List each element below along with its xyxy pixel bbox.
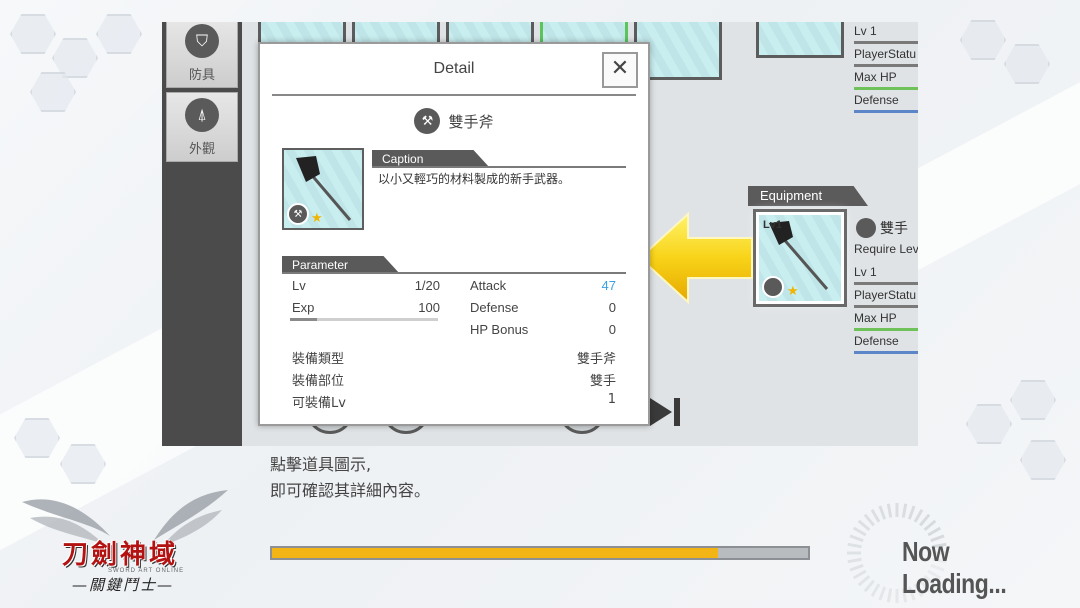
caption-divider bbox=[372, 166, 626, 168]
loading-progress-fill bbox=[272, 548, 719, 558]
tip-line-2: 即可確認其詳細內容。 bbox=[270, 481, 431, 500]
exp-bar bbox=[290, 318, 438, 321]
equipped-stats: Require Leve Lv 1 PlayerStatu Max HP Def… bbox=[854, 240, 918, 355]
stat-defense: Defense bbox=[854, 91, 918, 113]
equipped-top-card[interactable] bbox=[756, 22, 844, 58]
stat-player-status: PlayerStatu bbox=[854, 286, 918, 308]
parameter-divider bbox=[282, 272, 626, 274]
item-card: ⚒ ★ bbox=[282, 148, 364, 230]
param-exp-label: Exp bbox=[292, 300, 315, 315]
stat-max-hp: Max HP bbox=[854, 68, 918, 90]
info-type-value: 雙手斧 bbox=[576, 352, 616, 367]
param-attack-value: 47 bbox=[601, 278, 616, 293]
tip-line-1: 點擊道具圖示, bbox=[270, 455, 372, 474]
stat-player-status: PlayerStatu bbox=[854, 45, 918, 67]
param-defense-value: 0 bbox=[608, 300, 616, 315]
game-logo: 刀劍神域 SWORD ART ONLINE —關鍵鬥士— bbox=[18, 482, 232, 598]
close-button[interactable]: ✕ bbox=[602, 52, 638, 88]
param-attack-label: Attack bbox=[470, 278, 507, 293]
param-lv-label: Lv bbox=[292, 278, 306, 293]
stat-defense: Defense bbox=[854, 332, 918, 354]
axe-type-icon: ⚒ bbox=[414, 108, 441, 134]
shield-icon: ⛉ bbox=[185, 23, 219, 58]
axe-type-icon bbox=[856, 218, 876, 238]
title-divider bbox=[272, 94, 636, 96]
stat-max-hp: Max HP bbox=[854, 309, 918, 331]
category-sidebar: ⛉ 防具 ⍋ 外觀 bbox=[162, 22, 242, 446]
equipped-weapon-card[interactable]: Lv1 ★ bbox=[753, 209, 847, 307]
item-name: 雙手斧 bbox=[448, 112, 494, 131]
info-slot-label: 裝備部位 bbox=[292, 374, 345, 389]
equipped-name-row: 雙手 bbox=[856, 218, 908, 238]
tab-appearance[interactable]: ⍋ 外觀 bbox=[166, 92, 238, 162]
param-hp-bonus-label: HP Bonus bbox=[470, 322, 529, 337]
axe-type-icon bbox=[762, 276, 784, 298]
dialog-title: Detail bbox=[433, 60, 475, 77]
game-screenshot: ⛉ 防具 ⍋ 外觀 Lv 1 PlayerStatu Max HP Defens… bbox=[162, 22, 918, 446]
tab-appearance-label: 外觀 bbox=[188, 141, 215, 157]
skip-end-icon[interactable] bbox=[646, 394, 686, 430]
equipment-label: Equipment bbox=[748, 186, 868, 206]
info-type-label: 裝備類型 bbox=[292, 352, 345, 367]
tab-armor-label: 防具 bbox=[188, 67, 215, 83]
stat-require-level: Require Leve bbox=[854, 242, 918, 256]
item-name-row: ⚒ 雙手斧 bbox=[260, 108, 648, 134]
equipped-top-stats: Lv 1 PlayerStatu Max HP Defense bbox=[854, 22, 918, 114]
now-loading-text: Now Loading... bbox=[902, 536, 1007, 599]
stat-lv: Lv 1 bbox=[854, 263, 918, 285]
equipped-name: 雙手 bbox=[880, 221, 908, 237]
info-level-label: 可裝備Lv bbox=[292, 396, 346, 411]
axe-type-icon: ⚒ bbox=[287, 203, 309, 225]
param-lv-value: 1/20 bbox=[414, 278, 440, 293]
param-exp-value: 100 bbox=[418, 300, 440, 315]
tip-text: 點擊道具圖示, 即可確認其詳細內容。 bbox=[270, 452, 430, 504]
tab-armor[interactable]: ⛉ 防具 bbox=[166, 22, 238, 88]
logo-tagline: —關鍵鬥士— bbox=[72, 576, 175, 594]
detail-dialog: Detail ✕ ⚒ 雙手斧 ⚒ ★ Caption 以小又輕巧的材料製成的新手… bbox=[258, 42, 650, 426]
param-hp-bonus-value: 0 bbox=[608, 322, 616, 337]
equipped-card-lv: Lv1 bbox=[763, 219, 782, 231]
stat-lv: Lv 1 bbox=[854, 22, 918, 44]
logo-title: 刀劍神域 bbox=[62, 540, 179, 570]
coat-icon: ⍋ bbox=[185, 97, 219, 132]
caption-text: 以小又輕巧的材料製成的新手武器。 bbox=[378, 172, 571, 186]
info-slot-value: 雙手 bbox=[589, 374, 616, 389]
info-level-value: 1 bbox=[607, 392, 616, 407]
param-defense-label: Defense bbox=[470, 300, 519, 315]
pointer-arrow-icon bbox=[638, 211, 753, 305]
star-icon: ★ bbox=[311, 211, 323, 226]
loading-progress-bar bbox=[270, 546, 810, 560]
star-icon: ★ bbox=[787, 284, 799, 299]
